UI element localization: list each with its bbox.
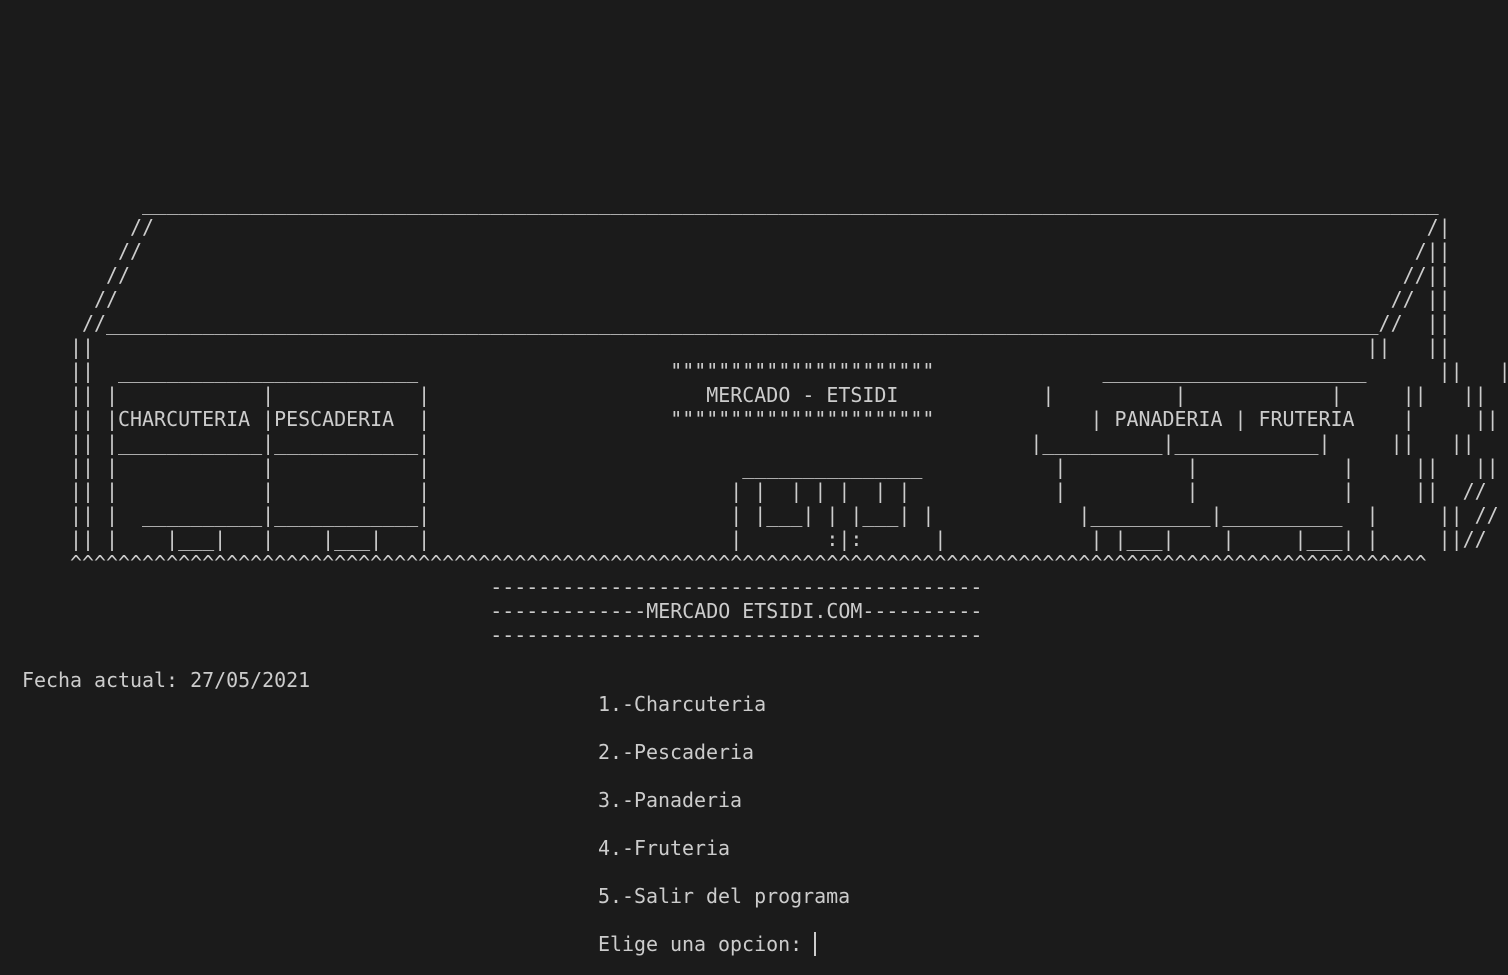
banner-line: // // || [10, 287, 1451, 311]
menu-option-charcuteria: 1.-Charcuteria [598, 692, 767, 716]
site-name-line: -------------MERCADO ETSIDI.COM---------… [10, 599, 983, 623]
menu-option-pescaderia: 2.-Pescaderia [598, 740, 755, 764]
banner-line: //______________________________________… [10, 311, 1451, 335]
banner-line: || | | | | | | | | | | | | | || // [10, 479, 1487, 503]
banner-line: ________________________________________… [10, 191, 1439, 215]
text-cursor[interactable] [814, 932, 816, 956]
banner-line: || |____________|____________| |________… [10, 431, 1475, 455]
terminal-window[interactable]: ________________________________________… [0, 0, 1508, 975]
banner-line: // /| [10, 215, 1451, 239]
menu-option-panaderia: 3.-Panaderia [598, 788, 743, 812]
banner-line: ----------------------------------------… [10, 575, 983, 599]
banner-line: // /|| [10, 239, 1451, 263]
current-date: Fecha actual: 27/05/2021 [22, 668, 311, 692]
banner-line: ----------------------------------------… [10, 623, 983, 647]
banner-line: || | |___| | |___| | | :|: | | |___| | |… [10, 527, 1487, 551]
menu-option-fruteria: 4.-Fruteria [598, 836, 731, 860]
banner-base-line: ^^^^^^^^^^^^^^^^^^^^^^^^^^^^^^^^^^^^^^^^… [10, 551, 1427, 575]
banner-line: || | __________|____________| | |___| | … [10, 503, 1499, 527]
banner-title-line: || | | | MERCADO - ETSIDI | | | || || [10, 383, 1487, 407]
banner-line: || _________________________ """""""""""… [10, 359, 1508, 383]
banner-line: || | | | _______________ | | | || || [10, 455, 1499, 479]
input-prompt: Elige una opcion: [598, 932, 815, 956]
banner-shops-line: || |CHARCUTERIA |PESCADERIA | """"""""""… [10, 407, 1508, 431]
menu-option-exit: 5.-Salir del programa [598, 884, 851, 908]
banner-line: // //|| [10, 263, 1451, 287]
banner-line: || || || [10, 335, 1451, 359]
